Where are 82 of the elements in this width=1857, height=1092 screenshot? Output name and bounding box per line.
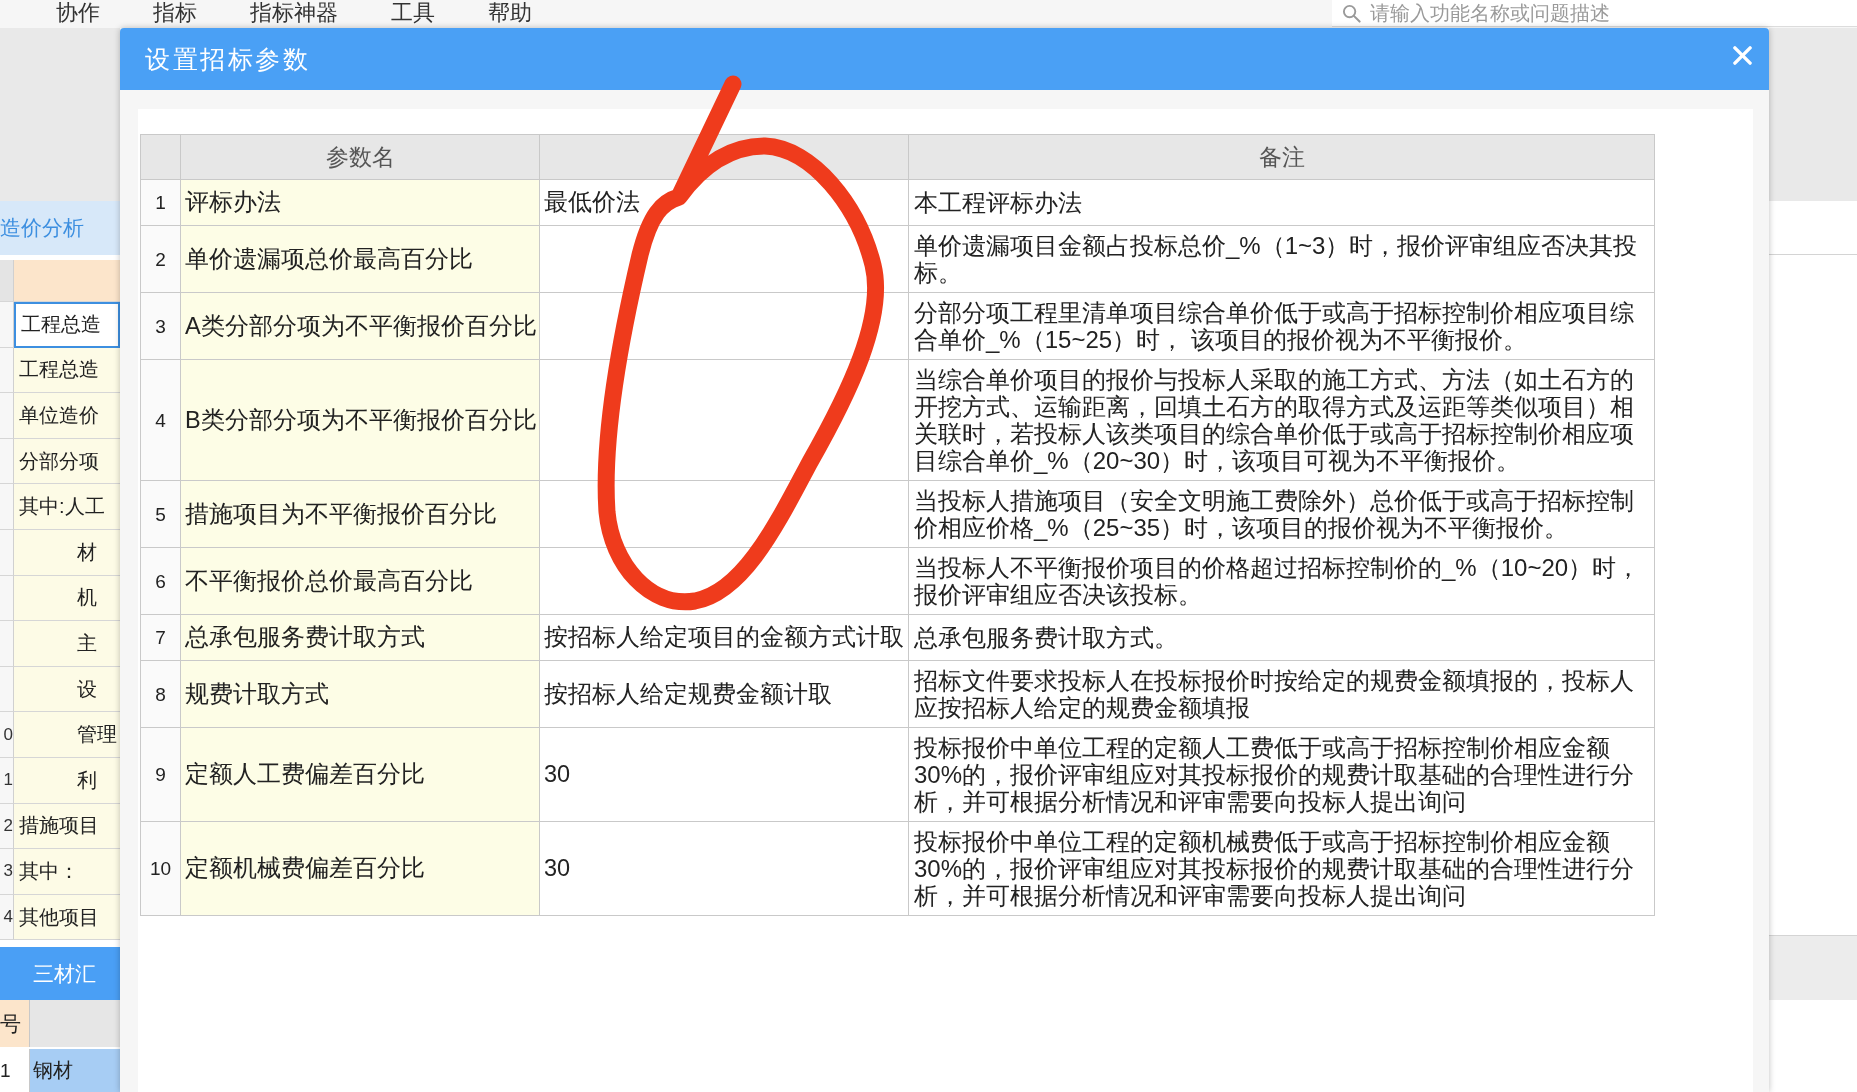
table-cell: 当综合单价项目的报价与投标人采取的施工方式、方法（如土石方的开挖方式、运输距离，回填土石方的取得方式及运距等类似项目）相关联时，若投标人该类项目的综合单价低于或高于招标控制价相应项目综合单价_%（20~30）时，该项目可视为不平衡报价。 <box>908 359 1655 481</box>
dialog-title: 设置招标参数 <box>145 43 310 75</box>
table-cell: 规费计取方式 <box>180 660 540 728</box>
row-number: 4 <box>0 894 14 941</box>
table-cell: 不平衡报价总价最高百分比 <box>180 547 540 615</box>
row-number: 1 <box>140 179 181 226</box>
search-icon <box>1342 3 1361 23</box>
table-cell: 单价遗漏项目金额占投标总价_%（1~3）时，报价评审组应否决其投标。 <box>908 225 1655 293</box>
table-cell: B类分部分项为不平衡报价百分比 <box>180 359 540 481</box>
table-cell: 分部分项工程里清单项目综合单价低于或高于招标控制价相应项目综合单价_%（15~25）时， 该项目的报价视为不平衡报价。 <box>908 292 1655 360</box>
panel-title: 造价分析 <box>0 201 120 255</box>
table-cell: 最低价法 <box>539 179 909 226</box>
row-header-cell <box>0 347 14 394</box>
table-cell: 总承包服务费计取方式 <box>180 614 540 661</box>
table-cell[interactable]: 材 <box>14 529 120 576</box>
row-number: 5 <box>140 480 181 548</box>
table-cell: 定额人工费偏差百分比 <box>180 727 540 822</box>
table-cell[interactable]: 其中： <box>14 849 120 895</box>
search-field[interactable]: 请输入功能名称或问题描述 <box>1332 0 1857 27</box>
table-cell[interactable]: 单位造价 <box>14 393 120 439</box>
row-number: 3 <box>0 849 14 895</box>
table-cell: 定额机械费偏差百分比 <box>180 821 540 916</box>
table-cell: 单价遗漏项总价最高百分比 <box>180 225 540 293</box>
column-header: 参数名 <box>180 134 540 180</box>
table-cell: 当投标人不平衡报价项目的价格超过招标控制价的_%（10~20）时，报价评审组应否决该投标。 <box>908 547 1655 615</box>
row-number: 0 <box>0 712 14 758</box>
table-cell: 本工程评标办法 <box>908 179 1655 226</box>
row-number: 4 <box>140 359 181 481</box>
table-cell: 招标文件要求投标人在投标报价时按给定的规费金额填报的，投标人应按招标人给定的规费金额填报 <box>908 660 1655 728</box>
table-cell[interactable]: 管理 <box>14 712 120 758</box>
row-header-cell <box>0 484 14 530</box>
close-button[interactable] <box>1733 45 1752 65</box>
table-cell[interactable]: 设 <box>14 666 120 713</box>
menu-item[interactable]: 指标神器 <box>250 0 338 26</box>
row-header-cell <box>0 666 14 713</box>
table-cell: 总承包服务费计取方式。 <box>908 614 1655 661</box>
row-number: 1 <box>0 757 14 804</box>
row-number: 3 <box>140 292 181 360</box>
row-number: 8 <box>140 660 181 728</box>
table-cell[interactable]: 利 <box>14 757 120 804</box>
menu-item[interactable]: 指标 <box>153 0 197 26</box>
row-header-cell <box>0 438 14 485</box>
row-header-cell <box>0 575 14 622</box>
table-cell[interactable]: 机 <box>14 575 120 622</box>
column-header: 备注 <box>908 134 1655 180</box>
table-cell[interactable]: 其中:人工 <box>14 484 120 530</box>
table-cell[interactable]: 工程总造 <box>14 302 120 348</box>
table-cell[interactable]: 钢材 <box>30 1049 120 1092</box>
row-header-cell <box>0 302 14 348</box>
table-cell: 30 <box>539 821 909 916</box>
column-header: 号 <box>0 1000 30 1048</box>
menu-item[interactable]: 协作 <box>56 0 100 26</box>
panel-title-bar: 三材汇 <box>0 947 120 1001</box>
row-header-cell <box>0 529 14 576</box>
corner-cell <box>140 134 181 180</box>
table-cell[interactable]: 措施项目 <box>14 803 120 850</box>
table-cell: A类分部分项为不平衡报价百分比 <box>180 292 540 360</box>
close-icon <box>1733 45 1752 65</box>
table-cell[interactable]: 分部分项 <box>14 438 120 485</box>
table-cell: 当投标人措施项目（安全文明施工费除外）总价低于或高于招标控制价相应价格_%（25~35）时，该项目的报价视为不平衡报价。 <box>908 480 1655 548</box>
row-header-cell <box>0 393 14 439</box>
table-cell: 措施项目为不平衡报价百分比 <box>180 480 540 548</box>
table-cell[interactable]: 主 <box>14 621 120 667</box>
table-cell: 评标办法 <box>180 179 540 226</box>
menu-item[interactable]: 工具 <box>391 0 435 26</box>
table-cell[interactable]: 其他项目 <box>14 894 120 941</box>
table-cell: 按招标人给定规费金额计取 <box>539 660 909 728</box>
row-header-cell <box>0 621 14 667</box>
table-cell[interactable]: 工程总造 <box>14 347 120 394</box>
row-number: 2 <box>0 803 14 850</box>
table-cell: 投标报价中单位工程的定额机械费低于或高于招标控制价相应金额30%的，报价评审组应对其投标报价的规费计取基础的合理性进行分析，并可根据分析情况和评审需要向投标人提出询问 <box>908 821 1655 916</box>
row-number: 7 <box>140 614 181 661</box>
table-cell: 30 <box>539 727 909 822</box>
menu-item[interactable]: 帮助 <box>488 0 532 26</box>
row-number: 6 <box>140 547 181 615</box>
row-number: 10 <box>140 821 181 916</box>
table-cell: 按招标人给定项目的金额方式计取 <box>539 614 909 661</box>
row-number: 1 <box>0 1049 30 1092</box>
table-cell: 投标报价中单位工程的定额人工费低于或高于招标控制价相应金额30%的，报价评审组应对其投标报价的规费计取基础的合理性进行分析，并可根据分析情况和评审需要向投标人提出询问 <box>908 727 1655 822</box>
header-cell <box>0 260 14 302</box>
row-number: 2 <box>140 225 181 293</box>
row-number: 9 <box>140 727 181 822</box>
